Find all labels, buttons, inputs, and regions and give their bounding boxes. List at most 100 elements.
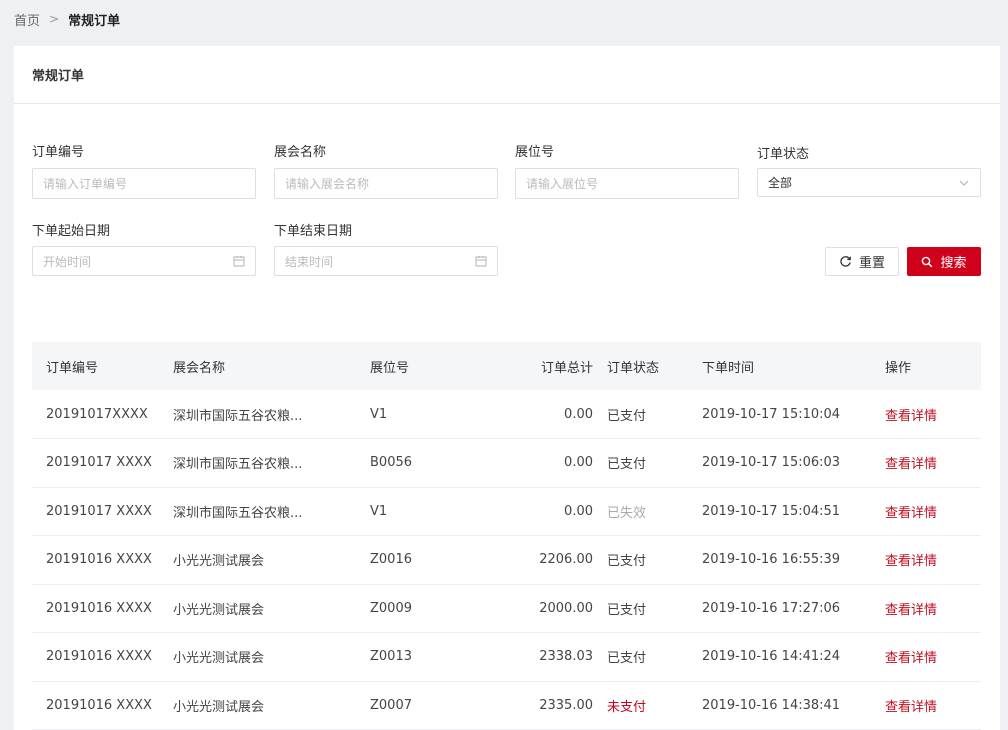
booth-no-input[interactable] bbox=[526, 176, 728, 191]
order-status-select[interactable]: 全部 bbox=[757, 168, 981, 197]
table-row: 20191016 XXXX 小光光测试展会 Z0009 2000.00 已支付 2019-… bbox=[32, 584, 981, 633]
order-no-cell-container: 20191017XXXX bbox=[32, 390, 173, 439]
expo-name-field[interactable] bbox=[274, 168, 498, 199]
view-detail-link[interactable]: 查看详情 bbox=[885, 457, 937, 472]
search-button-label: 搜索 bbox=[940, 256, 967, 271]
view-detail-link-container: 查看详情 bbox=[885, 584, 981, 633]
view-detail-link[interactable]: 查看详情 bbox=[885, 409, 937, 424]
calendar-icon bbox=[233, 256, 245, 267]
booth-no-cell-container: V1 bbox=[370, 390, 478, 439]
column-header-total: 订单总计 bbox=[540, 360, 593, 376]
order-no-cell: 20191016 XXXX bbox=[46, 649, 152, 665]
order-time-cell-container: 2019-10-17 15:04:51 bbox=[702, 487, 885, 536]
order-no-field[interactable] bbox=[32, 168, 256, 199]
start-date-label: 下单起始日期 bbox=[32, 224, 111, 239]
expo-name-cell-container: 小光光测试展会 bbox=[173, 584, 370, 633]
refresh-icon bbox=[840, 256, 851, 267]
total-cell-container: 2338.03 bbox=[478, 632, 607, 682]
view-detail-link[interactable]: 查看详情 bbox=[885, 651, 937, 666]
breadcrumb-home-link[interactable]: 首页 bbox=[14, 10, 40, 29]
order-time-cell: 2019-10-16 16:55:39 bbox=[702, 552, 841, 568]
order-status-label: 订单状态 bbox=[757, 147, 810, 162]
order-time-cell: 2019-10-17 15:06:03 bbox=[702, 455, 841, 471]
status-cell: 已支付 bbox=[607, 457, 647, 473]
reset-button[interactable]: 重置 bbox=[825, 247, 899, 276]
expo-name-cell: 小光光测试展会 bbox=[173, 554, 265, 570]
table-row: 20191017 XXXX 深圳市国际五谷农粮... B0056 0.00 已支付 201… bbox=[32, 438, 981, 488]
table-row: 20191017 XXXX 深圳市国际五谷农粮... V1 0.00 已失效 2019-1… bbox=[32, 487, 981, 536]
order-no-cell: 20191016 XXXX bbox=[46, 552, 152, 568]
order-no-cell-container: 20191017 XXXX bbox=[32, 438, 173, 488]
view-detail-link[interactable]: 查看详情 bbox=[885, 506, 937, 521]
view-detail-link[interactable]: 查看详情 bbox=[885, 700, 937, 715]
booth-no-cell: Z0009 bbox=[370, 600, 412, 616]
order-time-cell-container: 2019-10-16 14:41:24 bbox=[702, 632, 885, 682]
table-row: 20191016 XXXX 小光光测试展会 Z0013 2338.03 已支付 2019-… bbox=[32, 632, 981, 682]
expo-name-cell: 小光光测试展会 bbox=[173, 699, 265, 715]
view-detail-link-container: 查看详情 bbox=[885, 487, 981, 536]
column-header-booth-no: 展位号 bbox=[370, 360, 410, 376]
order-time-cell-container: 2019-10-17 15:06:03 bbox=[702, 438, 885, 488]
card-header: 常规订单 bbox=[14, 46, 1000, 104]
booth-no-field[interactable] bbox=[515, 168, 739, 199]
status-cell-container: 已支付 bbox=[607, 438, 702, 488]
column-header-status: 订单状态 bbox=[607, 360, 660, 376]
booth-no-cell: Z0013 bbox=[370, 649, 412, 665]
view-detail-link[interactable]: 查看详情 bbox=[885, 603, 937, 618]
end-date-label: 下单结束日期 bbox=[274, 224, 353, 239]
order-no-label: 订单编号 bbox=[32, 145, 85, 160]
breadcrumb-separator: > bbox=[49, 12, 60, 26]
order-no-input[interactable] bbox=[43, 176, 245, 191]
order-no-cell: 20191016 XXXX bbox=[46, 600, 152, 616]
order-no-cell-container: 20191016 XXXX bbox=[32, 584, 173, 633]
status-cell: 已支付 bbox=[607, 408, 647, 424]
booth-no-cell-container: Z0009 bbox=[370, 584, 478, 633]
reset-button-label: 重置 bbox=[858, 256, 885, 271]
view-detail-link-container: 查看详情 bbox=[885, 681, 981, 730]
search-button[interactable]: 搜索 bbox=[907, 247, 981, 276]
end-date-placeholder: 结束时间 bbox=[285, 254, 334, 269]
order-no-cell-container: 20191017 XXXX bbox=[32, 487, 173, 536]
order-time-cell: 2019-10-16 14:41:24 bbox=[702, 649, 841, 665]
order-no-cell: 20191016 XXXX bbox=[46, 697, 152, 713]
start-date-picker[interactable]: 开始时间 bbox=[32, 246, 256, 276]
view-detail-link-container: 查看详情 bbox=[885, 438, 981, 488]
status-cell-container: 已支付 bbox=[607, 632, 702, 682]
booth-no-cell: V1 bbox=[370, 503, 388, 519]
column-header-order-no: 订单编号 bbox=[46, 360, 99, 376]
expo-name-cell: 小光光测试展会 bbox=[173, 651, 265, 667]
status-cell-container: 已支付 bbox=[607, 390, 702, 439]
end-date-picker[interactable]: 结束时间 bbox=[274, 246, 498, 276]
total-cell: 2000.00 bbox=[539, 600, 593, 616]
status-cell-container: 已支付 bbox=[607, 535, 702, 585]
order-time-cell: 2019-10-16 17:27:06 bbox=[702, 600, 841, 616]
expo-name-cell-container: 小光光测试展会 bbox=[173, 681, 370, 730]
view-detail-link-container: 查看详情 bbox=[885, 390, 981, 439]
total-cell: 0.00 bbox=[564, 503, 593, 519]
booth-no-cell: B0056 bbox=[370, 455, 413, 471]
expo-name-cell: 小光光测试展会 bbox=[173, 602, 265, 618]
orders-table: 订单编号 展会名称 展位号 订单总计 订单状态 下单时间 操作 20191017… bbox=[32, 342, 981, 730]
view-detail-link-container: 查看详情 bbox=[885, 632, 981, 682]
expo-name-cell-container: 小光光测试展会 bbox=[173, 535, 370, 585]
view-detail-link-container: 查看详情 bbox=[885, 535, 981, 585]
expo-name-input[interactable] bbox=[285, 176, 487, 191]
orders-card: 常规订单 订单编号 展会名称 展位号 订单状态 全部 下单起始日期 开始时间 下… bbox=[14, 46, 1000, 730]
order-time-cell-container: 2019-10-16 16:55:39 bbox=[702, 535, 885, 585]
expo-name-cell: 深圳市国际五谷农粮... bbox=[173, 505, 303, 521]
expo-name-cell: 深圳市国际五谷农粮... bbox=[173, 457, 303, 473]
booth-no-cell-container: Z0013 bbox=[370, 632, 478, 682]
total-cell-container: 0.00 bbox=[478, 438, 607, 488]
expo-name-cell-container: 深圳市国际五谷农粮... bbox=[173, 390, 370, 439]
view-detail-link[interactable]: 查看详情 bbox=[885, 554, 937, 569]
total-cell-container: 2000.00 bbox=[478, 584, 607, 633]
total-cell: 0.00 bbox=[564, 455, 593, 471]
booth-no-cell: V1 bbox=[370, 406, 388, 422]
page-title: 常规订单 bbox=[32, 69, 85, 84]
booth-no-label: 展位号 bbox=[515, 145, 555, 160]
order-no-cell: 20191017XXXX bbox=[46, 406, 148, 422]
order-time-cell-container: 2019-10-16 14:38:41 bbox=[702, 681, 885, 730]
column-header-order-time: 下单时间 bbox=[702, 360, 755, 376]
order-no-cell-container: 20191016 XXXX bbox=[32, 681, 173, 730]
total-cell: 2335.00 bbox=[539, 697, 593, 713]
